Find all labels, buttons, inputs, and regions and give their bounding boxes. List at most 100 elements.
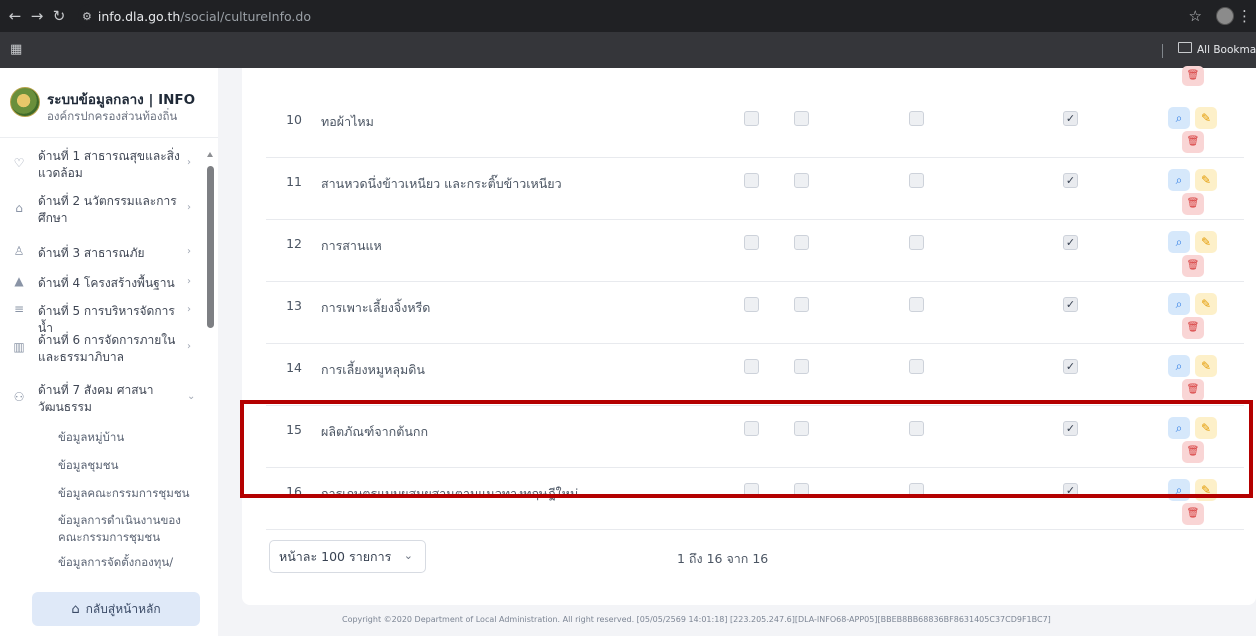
submenu-item-village[interactable]: ข้อมูลหมู่บ้าน [58, 429, 203, 446]
delete-button[interactable]: 🗑 [1182, 317, 1204, 339]
delete-button[interactable]: 🗑 [1182, 441, 1204, 463]
view-button[interactable]: ⌕ [1168, 293, 1190, 315]
checkbox[interactable] [744, 173, 759, 188]
submenu-item-committee-operations[interactable]: ข้อมูลการดำเนินงานของคณะกรรมการชุมชน [58, 512, 203, 546]
checkbox[interactable] [909, 235, 924, 250]
scroll-up-arrow[interactable] [207, 152, 213, 157]
edit-button[interactable]: ✎ [1195, 231, 1217, 253]
checkbox[interactable] [794, 173, 809, 188]
row-number: 10 [286, 112, 302, 127]
view-button[interactable]: ⌕ [1168, 417, 1190, 439]
sidebar-item-water[interactable]: ≡ ด้านที่ 5 การบริหารจัดการน้ำ › [0, 300, 205, 335]
checkbox-checked[interactable]: ✓ [1063, 483, 1078, 498]
address-bar[interactable]: ⚙ info.dla.go.th/social/cultureInfo.do [78, 4, 1228, 28]
table-row: 16 การเกษตรแบบผสมผสานตามแนวทางทฤษฎีใหม่ ✓ ⌕… [266, 468, 1244, 530]
view-button[interactable]: ⌕ [1168, 231, 1190, 253]
checkbox-checked[interactable]: ✓ [1063, 173, 1078, 188]
edit-button[interactable]: ✎ [1195, 417, 1217, 439]
chevron-right-icon: › [187, 202, 191, 213]
home-icon: ⌂ [71, 601, 80, 617]
checkbox[interactable] [744, 421, 759, 436]
sidebar-item-society[interactable]: ⚇ ด้านที่ 7 สังคม ศาสนา วัฒนธรรม ⌄ [0, 380, 205, 420]
checkbox[interactable] [909, 421, 924, 436]
checkbox-checked[interactable]: ✓ [1063, 111, 1078, 126]
table-row: 14 การเลี้ยงหมูหลุมดิน ✓ ⌕ ✎ 🗑 [266, 344, 1244, 406]
sidebar-item-label: ด้านที่ 7 สังคม ศาสนา วัฒนธรรม [38, 383, 154, 414]
bookmark-separator [1162, 44, 1163, 58]
checkbox[interactable] [909, 483, 924, 498]
view-button[interactable]: ⌕ [1168, 479, 1190, 501]
checkbox[interactable] [794, 359, 809, 374]
view-button[interactable]: ⌕ [1168, 169, 1190, 191]
checkbox[interactable] [909, 297, 924, 312]
per-page-select[interactable]: หน้าละ 100 รายการ ⌄ [269, 540, 426, 573]
checkbox-checked[interactable]: ✓ [1063, 297, 1078, 312]
checkbox-checked[interactable]: ✓ [1063, 421, 1078, 436]
heart-icon: ♡ [13, 156, 25, 170]
chevron-down-icon: ⌄ [403, 549, 413, 562]
table-row: 12 การสานแห ✓ ⌕ ✎ 🗑 [266, 220, 1244, 282]
submenu-item-fund[interactable]: ข้อมูลการจัดตั้งกองทุน/ [58, 554, 203, 571]
delete-button[interactable]: 🗑 [1182, 379, 1204, 401]
site-settings-icon[interactable]: ⚙ [82, 10, 92, 23]
sidebar-item-label: ด้านที่ 3 สาธารณภัย [38, 246, 145, 260]
dla-logo [10, 87, 40, 117]
row-number: 11 [286, 174, 302, 189]
browser-menu-icon[interactable]: ⋮ [1237, 7, 1252, 25]
sidebar-item-health[interactable]: ♡ ด้านที่ 1 สาธารณสุขและสิ่งแวดล้อม › [0, 146, 205, 186]
sidebar-scrollbar[interactable] [207, 166, 214, 328]
row-name: ผลิตภัณฑ์จากต้นกก [321, 424, 429, 439]
checkbox-checked[interactable]: ✓ [1063, 359, 1078, 374]
group-icon: ⚇ [13, 390, 25, 404]
delete-button[interactable]: 🗑 [1182, 503, 1204, 525]
checkbox[interactable] [744, 297, 759, 312]
checkbox[interactable] [909, 173, 924, 188]
chevron-down-icon: ⌄ [187, 391, 196, 402]
checkbox[interactable] [794, 483, 809, 498]
chevron-right-icon: › [187, 341, 191, 352]
row-name: การเกษตรแบบผสมผสานตามแนวทางทฤษฎีใหม่ [321, 486, 579, 501]
row-name: สานหวดนึ่งข้าวเหนียว และกระติ๊บข้าวเหนีย… [321, 176, 562, 191]
checkbox[interactable] [744, 359, 759, 374]
home-button[interactable]: ⌂ กลับสู่หน้าหลัก [32, 592, 200, 626]
edit-button[interactable]: ✎ [1195, 479, 1217, 501]
reload-icon[interactable]: ↻ [48, 7, 70, 25]
sidebar-item-infrastructure[interactable]: ▲ ด้านที่ 4 โครงสร้างพื้นฐาน › [0, 272, 205, 296]
delete-button[interactable]: 🗑 [1182, 193, 1204, 215]
checkbox[interactable] [909, 359, 924, 374]
delete-button[interactable]: 🗑 [1182, 255, 1204, 277]
all-bookmarks-link[interactable]: All Bookmarks [1197, 44, 1256, 56]
checkbox[interactable] [909, 111, 924, 126]
sidebar: ระบบข้อมูลกลาง | INFO องค์กรปกครองส่วนท้… [0, 68, 218, 636]
view-button[interactable]: ⌕ [1168, 355, 1190, 377]
table-row: 11 สานหวดนึ่งข้าวเหนียว และกระติ๊บข้าวเหน… [266, 158, 1244, 220]
edit-button[interactable]: ✎ [1195, 107, 1217, 129]
checkbox[interactable] [744, 483, 759, 498]
checkbox[interactable] [744, 111, 759, 126]
checkbox-checked[interactable]: ✓ [1063, 235, 1078, 250]
delete-button[interactable]: 🗑 [1182, 131, 1204, 153]
apps-grid-icon[interactable]: ▦ [10, 42, 22, 57]
profile-avatar-icon[interactable] [1216, 7, 1234, 25]
edit-button[interactable]: ✎ [1195, 355, 1217, 377]
checkbox[interactable] [794, 111, 809, 126]
bookmark-star-icon[interactable]: ☆ [1189, 7, 1202, 25]
sidebar-item-education[interactable]: ⌂ ด้านที่ 2 นวัตกรรมและการศึกษา › [0, 191, 205, 231]
checkbox[interactable] [794, 421, 809, 436]
back-arrow-icon[interactable]: ← [4, 7, 26, 25]
row-name: การสานแห [321, 238, 382, 253]
checkbox[interactable] [794, 235, 809, 250]
checkbox[interactable] [794, 297, 809, 312]
submenu-item-committee[interactable]: ข้อมูลคณะกรรมการชุมชน [58, 485, 203, 502]
sidebar-item-disaster[interactable]: ♙ ด้านที่ 3 สาธารณภัย › [0, 242, 205, 266]
sidebar-menu: ♡ ด้านที่ 1 สาธารณสุขและสิ่งแวดล้อม › ⌂ … [0, 144, 205, 578]
culture-info-table: 🗑 10 ทอผ้าไหม ✓ ⌕ ✎ 🗑 11 สานหวดนึ่งข้าวเหนียว แ… [242, 66, 1256, 605]
sidebar-item-governance[interactable]: ▥ ด้านที่ 6 การจัดการภายในและธรรมาภิบาล … [0, 330, 205, 370]
checkbox[interactable] [744, 235, 759, 250]
edit-button[interactable]: ✎ [1195, 293, 1217, 315]
forward-arrow-icon[interactable]: → [26, 7, 48, 25]
submenu-item-community[interactable]: ข้อมูลชุมชน [58, 457, 203, 474]
view-button[interactable]: ⌕ [1168, 107, 1190, 129]
edit-button[interactable]: ✎ [1195, 169, 1217, 191]
delete-button[interactable]: 🗑 [1182, 66, 1204, 86]
